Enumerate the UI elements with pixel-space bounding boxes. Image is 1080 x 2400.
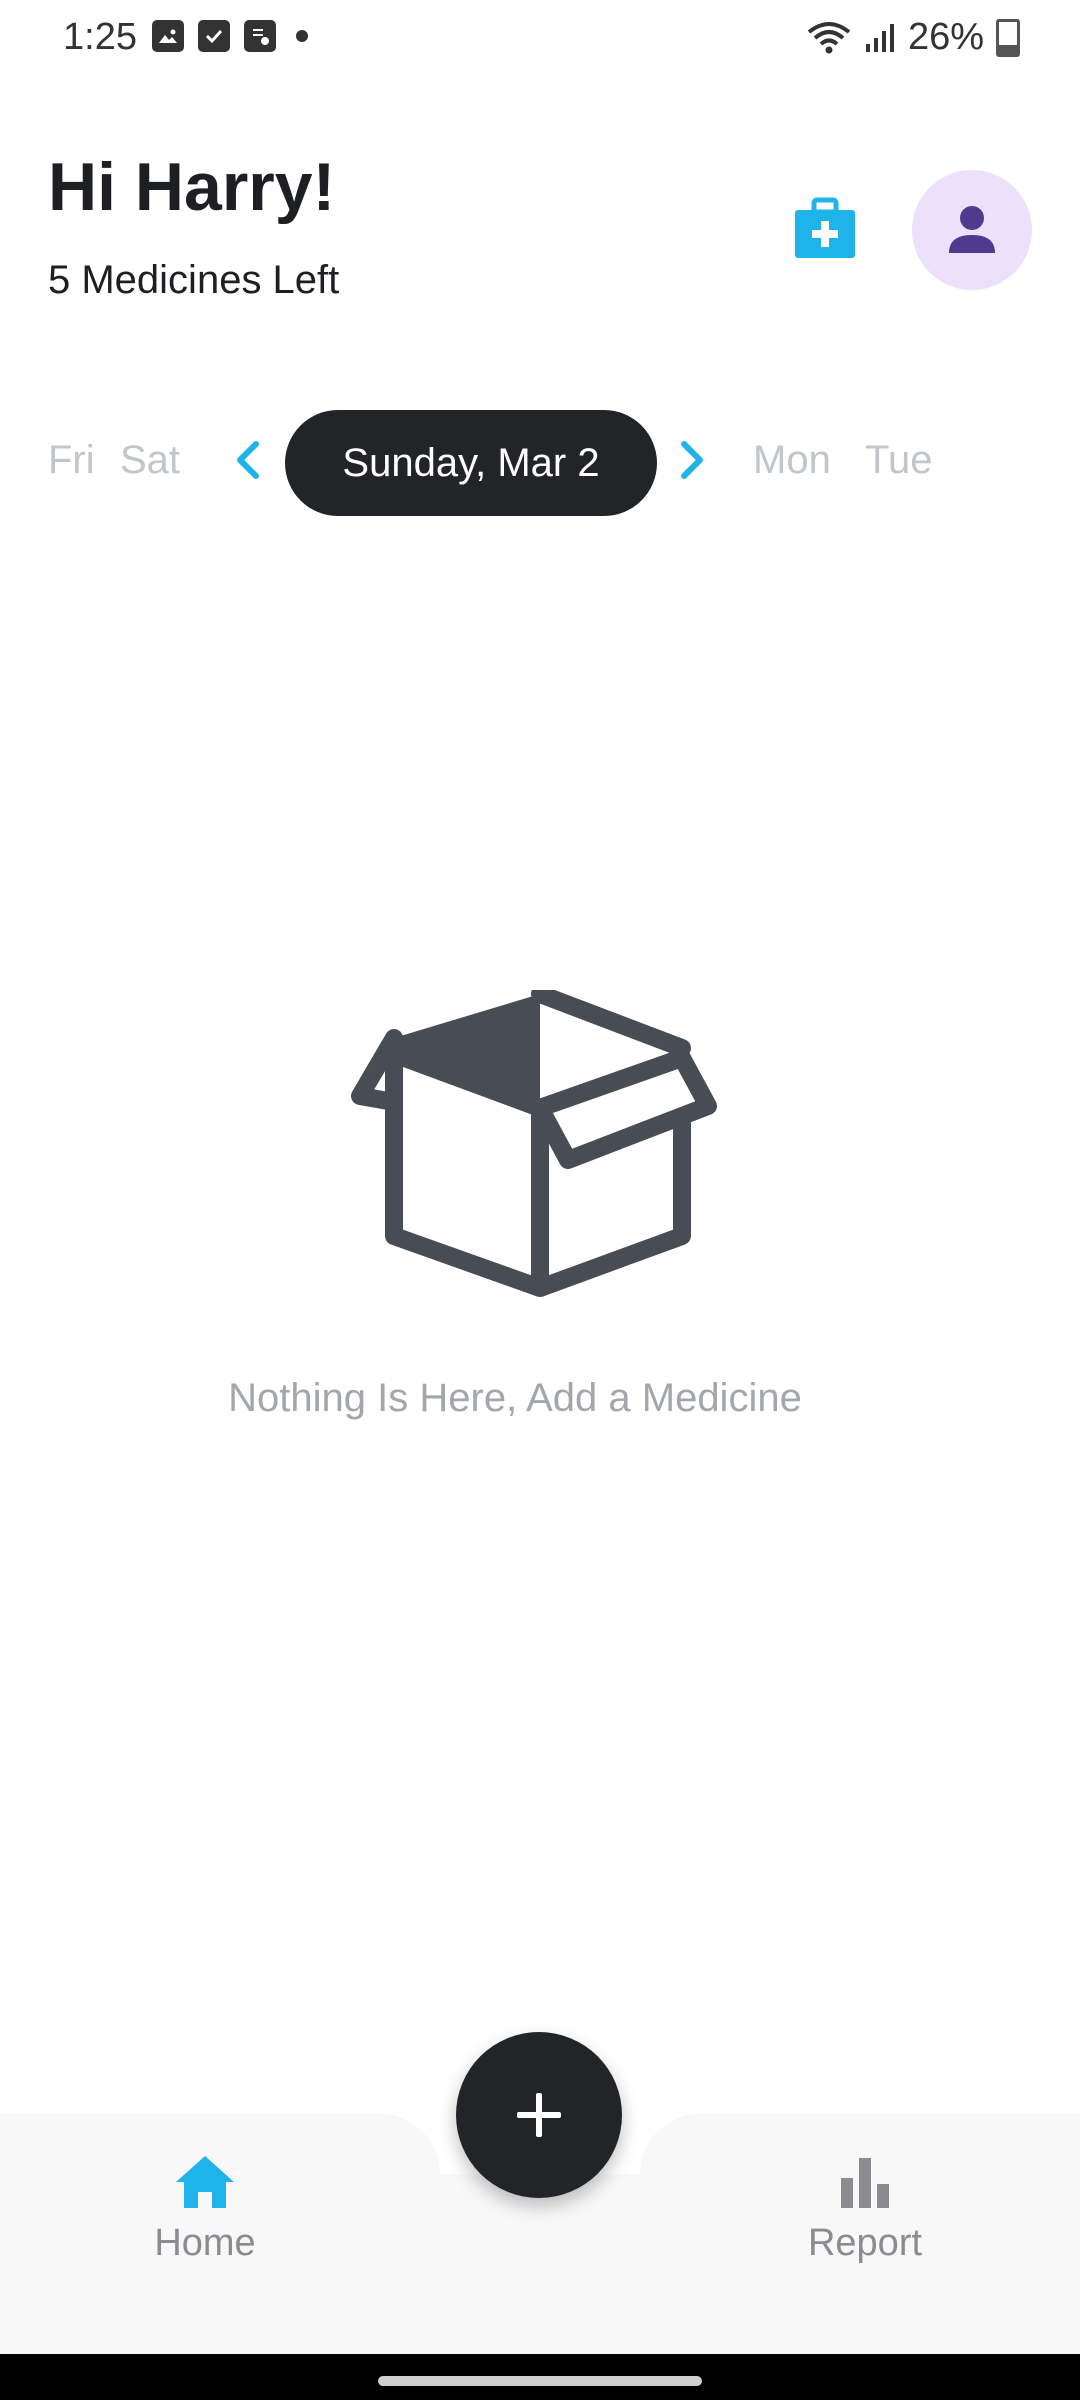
nav-home-label: Home bbox=[154, 2222, 256, 2264]
task-icon bbox=[244, 20, 276, 52]
notification-icons bbox=[152, 20, 308, 52]
signal-icon bbox=[865, 23, 894, 52]
add-medicine-button[interactable] bbox=[456, 2032, 622, 2198]
date-selector: Fri Sat Sunday, Mar 2 Mon Tue bbox=[0, 408, 1080, 518]
battery-icon bbox=[996, 18, 1020, 57]
dot-icon bbox=[296, 30, 308, 42]
system-status: 26% bbox=[806, 16, 1020, 59]
open-box-icon bbox=[351, 985, 717, 1297]
home-gesture-handle[interactable] bbox=[378, 2376, 702, 2386]
day-mon[interactable]: Mon bbox=[753, 438, 831, 483]
medical-kit-button[interactable] bbox=[792, 196, 858, 262]
medicines-left-text: 5 Medicines Left bbox=[48, 258, 340, 302]
check-icon bbox=[198, 20, 230, 52]
person-icon bbox=[949, 206, 995, 253]
app-screen: 1:25 26% Hi Harry! 5 Medicines Left Fri … bbox=[0, 0, 1080, 2400]
image-icon bbox=[152, 20, 184, 52]
day-tue[interactable]: Tue bbox=[865, 438, 932, 483]
previous-day-button[interactable] bbox=[222, 430, 272, 490]
chevron-left-icon bbox=[237, 441, 259, 479]
bar-chart-icon bbox=[841, 2158, 889, 2208]
nav-report[interactable]: Report bbox=[755, 2154, 975, 2265]
nav-report-label: Report bbox=[807, 2222, 923, 2264]
nav-background-mid bbox=[440, 2174, 640, 2354]
nav-home[interactable]: Home bbox=[95, 2154, 315, 2265]
medical-kit-icon bbox=[795, 197, 855, 258]
plus-icon bbox=[517, 2093, 561, 2137]
status-time: 1:25 bbox=[63, 16, 137, 58]
system-navigation-bar bbox=[0, 2354, 1080, 2400]
selected-date-pill[interactable]: Sunday, Mar 2 bbox=[285, 410, 657, 516]
battery-percent: 26% bbox=[907, 16, 984, 58]
status-bar: 1:25 26% bbox=[0, 0, 1080, 80]
wifi-icon bbox=[807, 21, 851, 53]
greeting-title: Hi Harry! bbox=[48, 149, 336, 225]
empty-state-message: Nothing Is Here, Add a Medicine bbox=[228, 1376, 802, 1420]
home-icon bbox=[176, 2156, 234, 2208]
next-day-button[interactable] bbox=[668, 430, 718, 490]
day-fri[interactable]: Fri bbox=[48, 438, 95, 483]
chevron-right-icon bbox=[681, 441, 703, 479]
empty-state-illustration bbox=[346, 985, 736, 1300]
profile-avatar-button[interactable] bbox=[912, 170, 1032, 290]
day-sat[interactable]: Sat bbox=[120, 438, 180, 483]
